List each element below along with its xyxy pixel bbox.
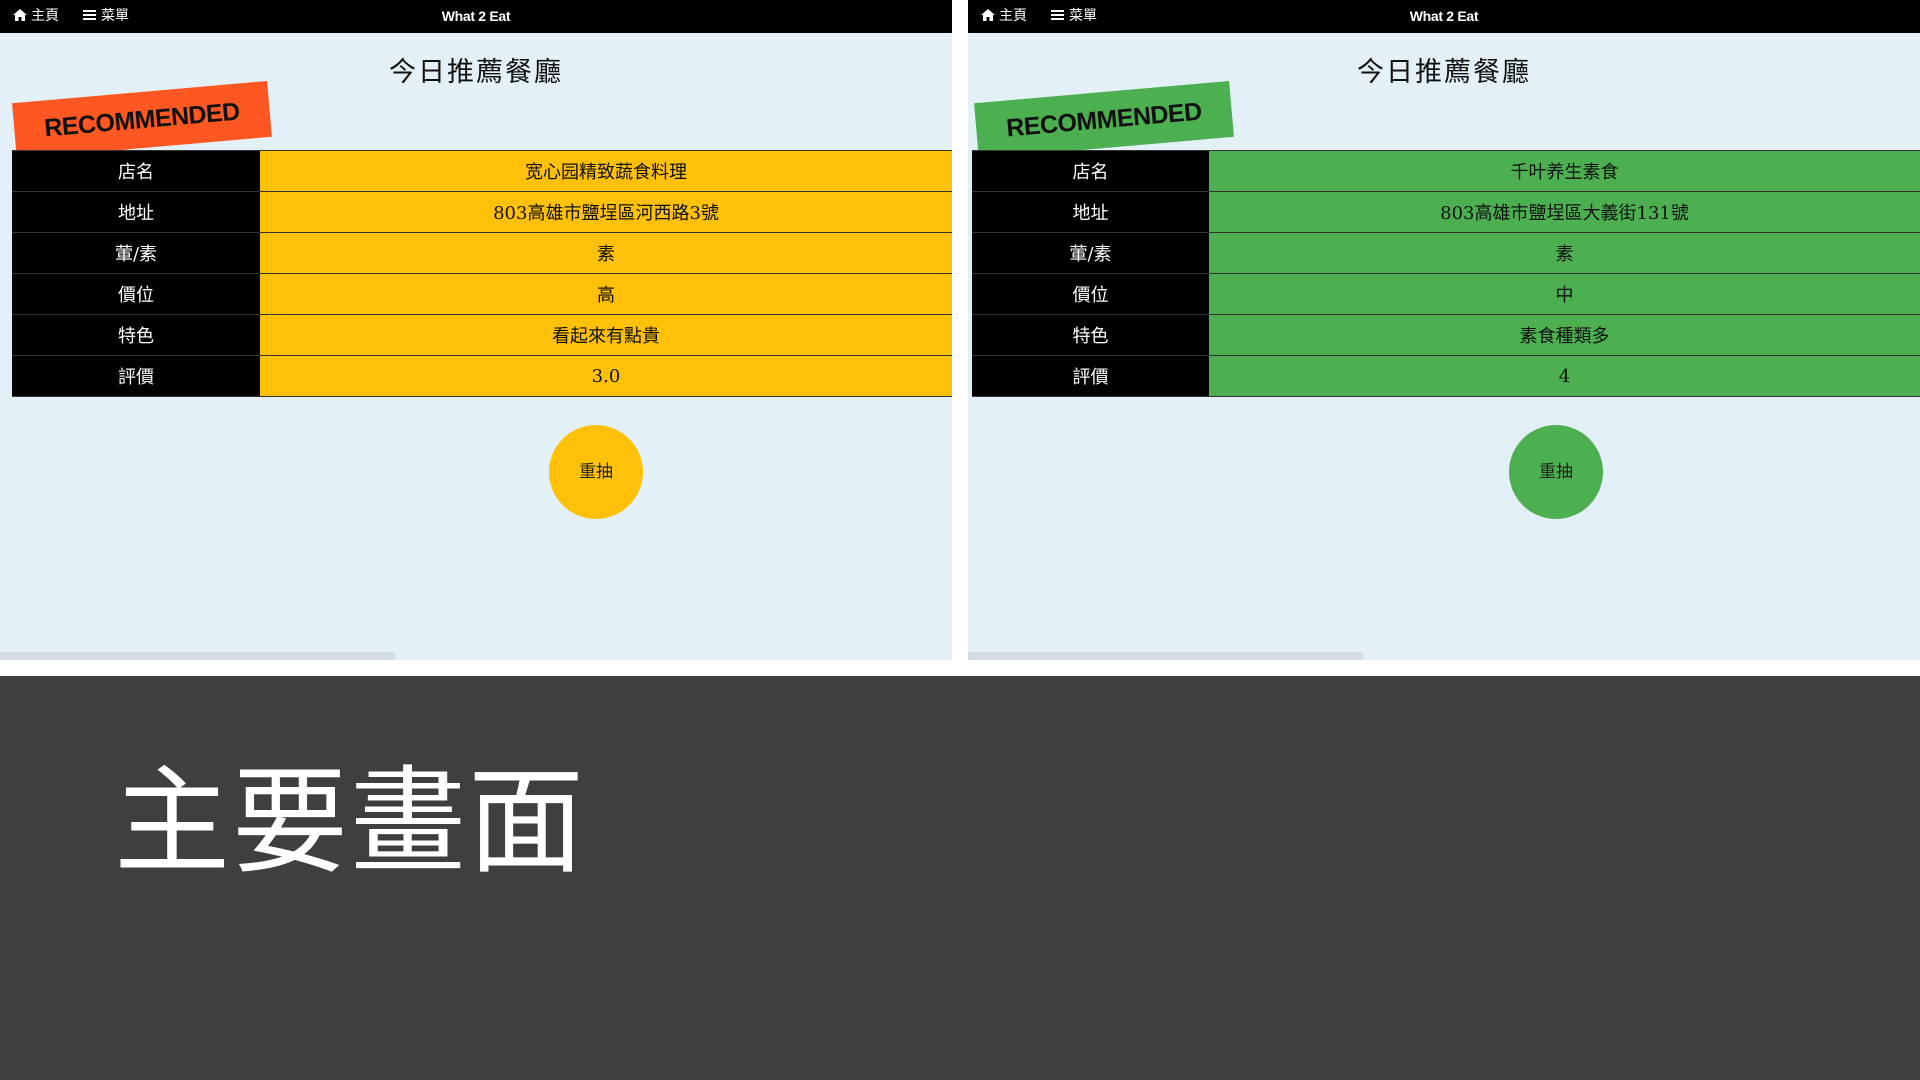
horizontal-scrollbar[interactable] bbox=[0, 652, 395, 660]
row-label: 特色 bbox=[12, 314, 260, 356]
row-label: 價位 bbox=[972, 273, 1209, 315]
restaurant-type: 素 bbox=[1209, 232, 1920, 274]
app-title: What 2 Eat bbox=[441, 8, 511, 24]
table-row: 特色 看起來有點貴 bbox=[12, 314, 952, 356]
navbar: 主頁 菜單 What 2 Eat bbox=[0, 0, 952, 33]
table-row: 葷/素 素 bbox=[972, 232, 1920, 274]
nav-home-label: 主頁 bbox=[999, 8, 1027, 24]
nav-menu-label: 菜單 bbox=[1069, 8, 1097, 24]
nav-home-link[interactable]: 主頁 bbox=[12, 0, 59, 33]
restaurant-address: 803高雄市鹽埕區大義街131號 bbox=[1209, 191, 1920, 233]
restaurant-feature: 看起來有點貴 bbox=[260, 314, 952, 356]
table-row: 評價 4 bbox=[972, 355, 1920, 397]
table-row: 價位 中 bbox=[972, 273, 1920, 315]
restaurant-table: 店名 宽心园精致蔬食料理 地址 803高雄市鹽埕區河西路3號 葷/素 素 價位 … bbox=[12, 150, 952, 397]
restaurant-address: 803高雄市鹽埕區河西路3號 bbox=[260, 191, 952, 233]
table-row: 價位 高 bbox=[12, 273, 952, 315]
table-row: 店名 宽心园精致蔬食料理 bbox=[12, 150, 952, 192]
restaurant-type: 素 bbox=[260, 232, 952, 274]
restaurant-feature: 素食種類多 bbox=[1209, 314, 1920, 356]
row-label: 特色 bbox=[972, 314, 1209, 356]
caption-band: 主要畫面 bbox=[0, 676, 1920, 1080]
restaurant-price: 高 bbox=[260, 273, 952, 315]
nav-menu-label: 菜單 bbox=[101, 8, 129, 24]
redraw-button[interactable]: 重抽 bbox=[1509, 425, 1603, 519]
row-label: 評價 bbox=[12, 355, 260, 397]
table-row: 地址 803高雄市鹽埕區河西路3號 bbox=[12, 191, 952, 233]
home-icon bbox=[981, 9, 995, 21]
row-label: 葷/素 bbox=[12, 232, 260, 274]
recommended-ribbon: RECOMMENDED TODAY bbox=[974, 80, 1234, 193]
table-row: 特色 素食種類多 bbox=[972, 314, 1920, 356]
row-label: 評價 bbox=[972, 355, 1209, 397]
restaurant-price: 中 bbox=[1209, 273, 1920, 315]
table-row: 葷/素 素 bbox=[12, 232, 952, 274]
caption-title: 主要畫面 bbox=[114, 755, 586, 890]
nav-home-link[interactable]: 主頁 bbox=[980, 0, 1027, 33]
table-row: 評價 3.0 bbox=[12, 355, 952, 397]
screen-left: 主頁 菜單 What 2 Eat 今日推薦餐廳 RECOMMENDED TODA… bbox=[0, 0, 952, 660]
row-label: 地址 bbox=[12, 191, 260, 233]
horizontal-scrollbar[interactable] bbox=[968, 652, 1363, 660]
restaurant-rating: 3.0 bbox=[260, 355, 952, 397]
navbar: 主頁 菜單 What 2 Eat bbox=[968, 0, 1920, 33]
row-label: 店名 bbox=[972, 150, 1209, 192]
restaurant-table: 店名 千叶养生素食 地址 803高雄市鹽埕區大義街131號 葷/素 素 價位 中… bbox=[972, 150, 1920, 397]
row-label: 店名 bbox=[12, 150, 260, 192]
nav-menu-link[interactable]: 菜單 bbox=[1050, 0, 1097, 33]
page-title: 今日推薦餐廳 bbox=[389, 57, 563, 88]
restaurant-rating: 4 bbox=[1209, 355, 1920, 397]
restaurant-name: 宽心园精致蔬食料理 bbox=[260, 150, 952, 192]
home-icon bbox=[13, 9, 27, 21]
row-label: 價位 bbox=[12, 273, 260, 315]
restaurant-name: 千叶养生素食 bbox=[1209, 150, 1920, 192]
recommended-ribbon: RECOMMENDED TODAY bbox=[12, 80, 272, 193]
page-title: 今日推薦餐廳 bbox=[1357, 57, 1531, 88]
app-title: What 2 Eat bbox=[1409, 8, 1479, 24]
table-row: 店名 千叶养生素食 bbox=[972, 150, 1920, 192]
menu-icon bbox=[83, 10, 96, 20]
menu-icon bbox=[1051, 10, 1064, 20]
row-label: 地址 bbox=[972, 191, 1209, 233]
redraw-button[interactable]: 重抽 bbox=[549, 425, 643, 519]
row-label: 葷/素 bbox=[972, 232, 1209, 274]
nav-home-label: 主頁 bbox=[31, 8, 59, 24]
screen-right: 主頁 菜單 What 2 Eat 今日推薦餐廳 RECOMMENDED TODA… bbox=[968, 0, 1920, 660]
nav-menu-link[interactable]: 菜單 bbox=[82, 0, 129, 33]
table-row: 地址 803高雄市鹽埕區大義街131號 bbox=[972, 191, 1920, 233]
